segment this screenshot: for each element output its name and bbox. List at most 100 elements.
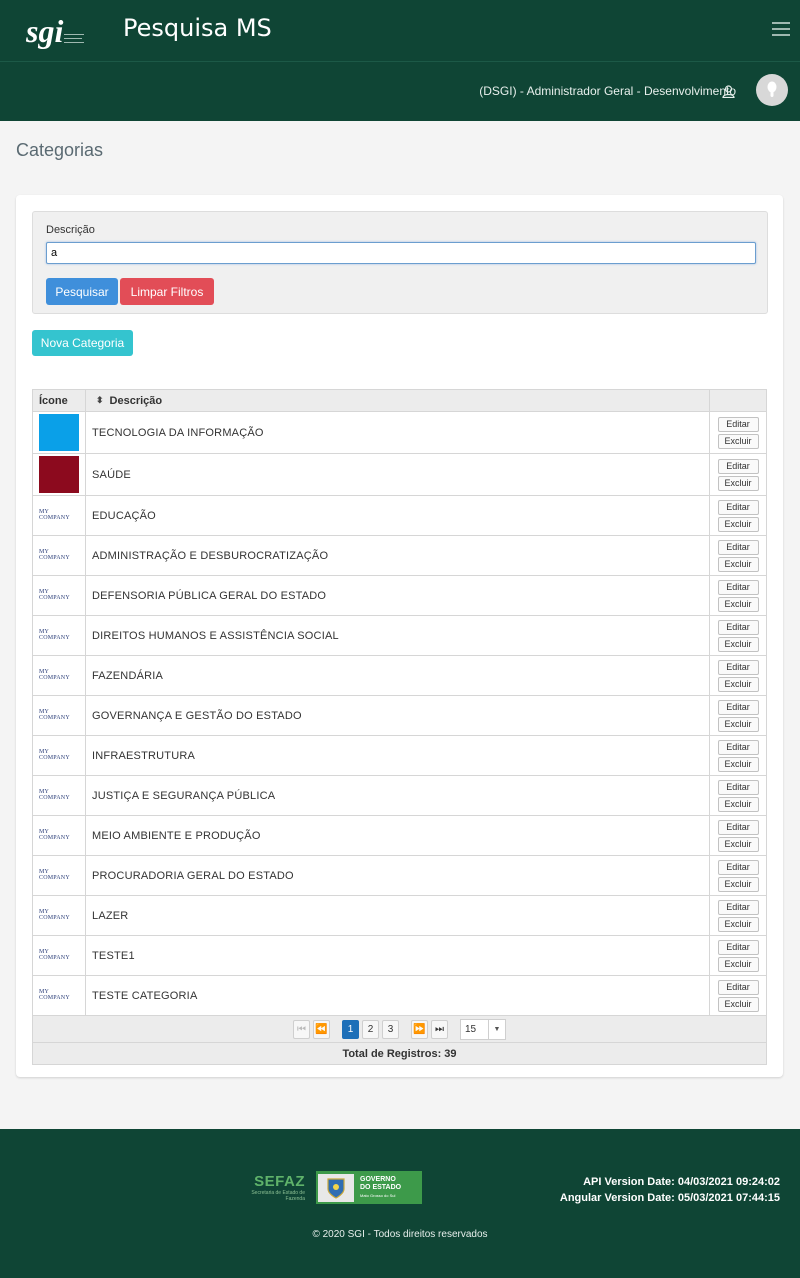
row-description: DIREITOS HUMANOS E ASSISTÊNCIA SOCIAL — [86, 616, 710, 655]
description-filter-input[interactable] — [46, 242, 756, 264]
app-title: Pesquisa MS — [123, 14, 272, 42]
gov-logo-line3: Mato Grosso do Sul — [360, 1192, 396, 1198]
delete-button[interactable]: Excluir — [717, 756, 759, 772]
new-category-button[interactable]: Nova Categoria — [32, 330, 133, 356]
gov-logo-line1: GOVERNO — [360, 1175, 396, 1183]
my-company-logo-icon: MY COMPANY — [39, 939, 79, 973]
government-logo: GOVERNO DO ESTADO Mato Grosso do Sul — [316, 1171, 422, 1204]
page-size-select[interactable]: 15 ▼ — [460, 1018, 506, 1040]
row-icon-cell: MY COMPANY — [33, 976, 86, 1015]
delete-button[interactable]: Excluir — [717, 796, 759, 812]
delete-button[interactable]: Excluir — [717, 556, 759, 572]
edit-button[interactable]: Editar — [717, 939, 759, 955]
my-company-logo-icon: MY COMPANY — [39, 899, 79, 933]
edit-button[interactable]: Editar — [717, 899, 759, 915]
page-button-2[interactable]: 2 — [362, 1019, 379, 1039]
table-row: MY COMPANY JUSTIÇA E SEGURANÇA PÚBLICA Edi… — [32, 776, 767, 816]
row-description: ADMINISTRAÇÃO E DESBUROCRATIZAÇÃO — [86, 536, 710, 575]
previous-page-button[interactable]: ⏪ — [313, 1019, 330, 1039]
table-row: MY COMPANY INFRAESTRUTURA Editar Excluir — [32, 736, 767, 776]
row-icon-cell: MY COMPANY — [33, 736, 86, 775]
edit-button[interactable]: Editar — [717, 859, 759, 875]
state-crest-icon — [318, 1173, 354, 1202]
categories-table: Ícone ⬍ Descrição TECNOLOGIA DA INFORMAÇ… — [32, 389, 767, 1065]
delete-button[interactable]: Excluir — [717, 475, 759, 491]
edit-button[interactable]: Editar — [717, 499, 759, 515]
row-actions: Editar Excluir — [710, 936, 766, 975]
delete-button[interactable]: Excluir — [717, 916, 759, 932]
row-actions: Editar Excluir — [710, 454, 766, 495]
row-description: MEIO AMBIENTE E PRODUÇÃO — [86, 816, 710, 855]
row-description: PROCURADORIA GERAL DO ESTADO — [86, 856, 710, 895]
delete-button[interactable]: Excluir — [717, 596, 759, 612]
page-size-value: 15 — [465, 1023, 477, 1035]
row-actions: Editar Excluir — [710, 536, 766, 575]
delete-button[interactable]: Excluir — [717, 676, 759, 692]
row-icon-cell: MY COMPANY — [33, 616, 86, 655]
delete-button[interactable]: Excluir — [717, 996, 759, 1012]
edit-button[interactable]: Editar — [717, 739, 759, 755]
delete-button[interactable]: Excluir — [717, 716, 759, 732]
edit-button[interactable]: Editar — [717, 458, 759, 474]
edit-button[interactable]: Editar — [717, 539, 759, 555]
version-info: API Version Date: 04/03/2021 09:24:02 An… — [560, 1174, 780, 1206]
hamburger-menu-icon[interactable] — [772, 22, 790, 38]
row-actions: Editar Excluir — [710, 736, 766, 775]
table-header: Ícone ⬍ Descrição — [32, 389, 767, 412]
delete-button[interactable]: Excluir — [717, 516, 759, 532]
table-row: MY COMPANY GOVERNANÇA E GESTÃO DO ESTADO E… — [32, 696, 767, 736]
category-color-icon — [39, 456, 79, 493]
row-description: TESTE1 — [86, 936, 710, 975]
my-company-logo-text: MY COMPANY — [39, 588, 70, 601]
edit-button[interactable]: Editar — [717, 659, 759, 675]
first-page-button[interactable]: ⏮ — [293, 1019, 310, 1039]
edit-button[interactable]: Editar — [717, 779, 759, 795]
edit-button[interactable]: Editar — [717, 699, 759, 715]
table-row: MY COMPANY MEIO AMBIENTE E PRODUÇÃO Editar… — [32, 816, 767, 856]
user-icon[interactable] — [722, 85, 735, 99]
my-company-logo-icon: MY COMPANY — [39, 819, 79, 853]
my-company-logo-icon: MY COMPANY — [39, 499, 79, 533]
row-actions: Editar Excluir — [710, 496, 766, 535]
row-actions: Editar Excluir — [710, 896, 766, 935]
row-actions: Editar Excluir — [710, 616, 766, 655]
delete-button[interactable]: Excluir — [717, 636, 759, 652]
page-button-1[interactable]: 1 — [342, 1019, 359, 1039]
search-button[interactable]: Pesquisar — [46, 278, 118, 305]
row-actions: Editar Excluir — [710, 856, 766, 895]
edit-button[interactable]: Editar — [717, 579, 759, 595]
row-description: JUSTIÇA E SEGURANÇA PÚBLICA — [86, 776, 710, 815]
edit-button[interactable]: Editar — [717, 819, 759, 835]
delete-button[interactable]: Excluir — [717, 433, 759, 449]
last-page-button[interactable]: ⏭ — [431, 1019, 448, 1039]
total-records: Total de Registros: 39 — [32, 1043, 767, 1065]
my-company-logo-text: MY COMPANY — [39, 668, 70, 681]
chevron-down-icon[interactable]: ▼ — [488, 1019, 505, 1039]
my-company-logo-text: MY COMPANY — [39, 548, 70, 561]
delete-button[interactable]: Excluir — [717, 956, 759, 972]
table-row: MY COMPANY TESTE CATEGORIA Editar Excluir — [32, 976, 767, 1016]
row-actions: Editar Excluir — [710, 576, 766, 615]
row-actions: Editar Excluir — [710, 776, 766, 815]
pagination: ⏮ ⏪ 123 ⏩ ⏭ 15 ▼ — [32, 1016, 767, 1043]
my-company-logo-text: MY COMPANY — [39, 708, 70, 721]
my-company-logo-text: MY COMPANY — [39, 788, 70, 801]
table-body: TECNOLOGIA DA INFORMAÇÃO Editar Excluir SAÚ… — [32, 412, 767, 1016]
user-profile-label[interactable]: (DSGI) - Administrador Geral - Desenvolv… — [479, 84, 736, 98]
top-navbar: sgi Pesquisa MS — [0, 0, 800, 61]
row-actions: Editar Excluir — [710, 412, 766, 453]
edit-button[interactable]: Editar — [717, 619, 759, 635]
sgi-logo[interactable]: sgi — [25, 12, 86, 50]
clear-filters-button[interactable]: Limpar Filtros — [120, 278, 214, 305]
avatar[interactable] — [756, 74, 788, 106]
next-page-button[interactable]: ⏩ — [411, 1019, 428, 1039]
edit-button[interactable]: Editar — [717, 979, 759, 995]
table-row: SAÚDE Editar Excluir — [32, 454, 767, 496]
column-header-description[interactable]: ⬍ Descrição — [86, 390, 710, 411]
delete-button[interactable]: Excluir — [717, 876, 759, 892]
edit-button[interactable]: Editar — [717, 416, 759, 432]
delete-button[interactable]: Excluir — [717, 836, 759, 852]
sort-icon[interactable]: ⬍ — [96, 395, 104, 406]
page-button-3[interactable]: 3 — [382, 1019, 399, 1039]
table-row: MY COMPANY DIREITOS HUMANOS E ASSISTÊNCIA… — [32, 616, 767, 656]
